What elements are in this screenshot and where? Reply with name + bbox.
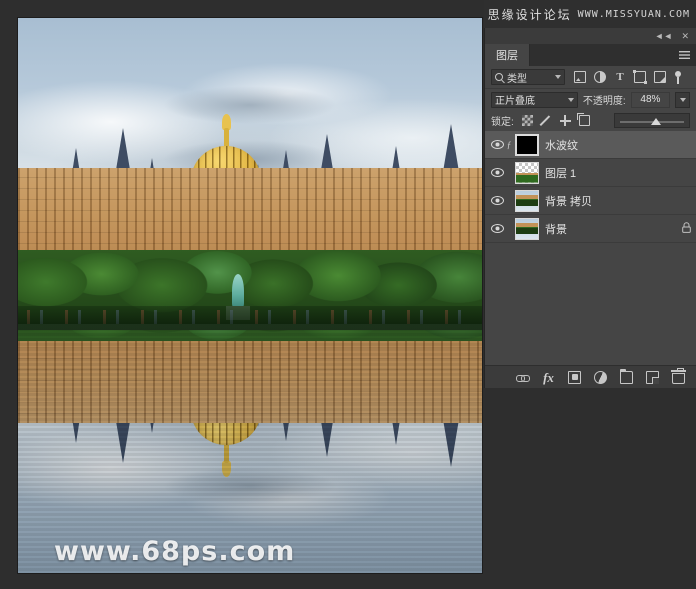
- chevron-down-icon: [679, 97, 686, 102]
- dome-angel-reflected: [222, 461, 231, 477]
- filter-kind-label: 类型: [507, 73, 527, 85]
- layer-style-fx-icon[interactable]: fx: [542, 371, 555, 384]
- layer-thumbnail[interactable]: [515, 189, 539, 212]
- layer-name[interactable]: 图层 1: [545, 165, 676, 181]
- app-background-right: [484, 388, 696, 589]
- layer-visibility-toggle[interactable]: [489, 159, 505, 187]
- chevron-down-icon: [555, 75, 561, 79]
- lock-artboard-icon[interactable]: [576, 113, 590, 126]
- new-layer-icon[interactable]: [646, 370, 659, 384]
- park-statue: [232, 274, 244, 308]
- layer-mask-thumbnail[interactable]: [515, 133, 539, 156]
- filter-adjustment-icon[interactable]: [594, 71, 606, 83]
- filter-smart-object-icon[interactable]: [654, 71, 666, 83]
- eye-icon: [490, 168, 504, 177]
- layer-fx-indicator-icon: ƒ: [506, 139, 512, 150]
- layer-visibility-toggle[interactable]: [489, 131, 505, 159]
- layer-thumbnail-content: [516, 162, 538, 183]
- layer-row-layer-1[interactable]: 图层 1: [485, 159, 696, 187]
- castle-windows-reflected: [18, 330, 482, 423]
- layer-name[interactable]: 背景: [545, 221, 676, 237]
- filter-shape-icon[interactable]: [633, 70, 647, 84]
- opacity-input[interactable]: 48%: [630, 91, 671, 108]
- cloud-band-1: [18, 78, 482, 132]
- lock-label: 锁定:: [491, 117, 514, 128]
- scene-reflection: [18, 330, 482, 573]
- layer-row-background-copy[interactable]: 背景 拷贝: [485, 187, 696, 215]
- layer-name[interactable]: 水波纹: [545, 137, 676, 153]
- filter-kind-select[interactable]: 类型: [491, 69, 565, 85]
- filter-pixel-icon[interactable]: [574, 71, 586, 83]
- filter-type-icon[interactable]: T: [614, 71, 626, 83]
- panel-menu-icon[interactable]: [679, 51, 690, 59]
- blend-mode-label: 正片叠底: [495, 96, 535, 107]
- layer-thumbnail[interactable]: [515, 161, 539, 184]
- document-image[interactable]: www.68ps.com: [18, 18, 482, 573]
- eye-icon: [490, 224, 504, 233]
- panel-tab-bar[interactable]: 图层: [485, 44, 696, 66]
- cloud-band-reflected: [18, 459, 482, 513]
- panel-titlebar: ◄◄ ✕: [485, 28, 696, 44]
- layer-row-background[interactable]: 背景: [485, 215, 696, 243]
- photoshop-window: www.68ps.com 思缘设计论坛 WWW.MISSYUAN.COM ◄◄ …: [0, 0, 696, 589]
- eye-icon: [490, 196, 504, 205]
- fill-slider[interactable]: [614, 113, 690, 128]
- layers-panel-footer[interactable]: fx: [485, 365, 696, 388]
- layer-thumbnail-content: [516, 190, 538, 211]
- lock-image-pixels-icon[interactable]: [541, 115, 552, 126]
- forum-watermark-cn: 思缘设计论坛: [487, 7, 572, 22]
- filter-icon-group[interactable]: T: [574, 70, 682, 84]
- lock-transparent-pixels-icon[interactable]: [521, 115, 533, 126]
- blend-mode-row[interactable]: 正片叠底 不透明度: 48%: [485, 89, 696, 110]
- opacity-label: 不透明度:: [582, 96, 626, 107]
- eye-icon: [490, 140, 504, 149]
- layer-thumbnail[interactable]: [515, 217, 539, 240]
- layer-thumbnail-content: [516, 218, 538, 239]
- layer-name[interactable]: 背景 拷贝: [545, 193, 676, 209]
- padlock-icon: [681, 221, 691, 233]
- tab-layers[interactable]: 图层: [485, 44, 530, 66]
- layer-list[interactable]: ƒ 水波纹 图层 1 背景 拷贝 背景: [485, 131, 696, 365]
- filter-toggle-icon[interactable]: [674, 70, 682, 84]
- opacity-value: 48%: [640, 94, 661, 105]
- search-icon: [495, 73, 503, 81]
- collapse-panel-icon[interactable]: ◄◄: [655, 31, 673, 41]
- fill-slider-knob[interactable]: [651, 118, 661, 125]
- link-layers-icon[interactable]: [516, 371, 530, 384]
- forum-watermark-url: WWW.MISSYUAN.COM: [577, 8, 690, 20]
- layer-row-water-ripple[interactable]: ƒ 水波纹: [485, 131, 696, 159]
- layer-locked-icon: [676, 221, 696, 236]
- new-adjustment-layer-icon[interactable]: [594, 370, 607, 384]
- new-group-icon[interactable]: [620, 368, 633, 384]
- layer-filter-row[interactable]: 类型 T: [485, 66, 696, 89]
- lock-row[interactable]: 锁定:: [485, 110, 696, 131]
- lock-position-icon[interactable]: [559, 115, 571, 126]
- layer-visibility-toggle[interactable]: [489, 187, 505, 215]
- layers-panel[interactable]: ◄◄ ✕ 图层 类型 T 正片叠底 不透明度: 48% 锁定: ƒ 水波纹 图层…: [484, 28, 696, 388]
- document-canvas-area[interactable]: www.68ps.com: [0, 0, 500, 589]
- opacity-dropdown-button[interactable]: [675, 91, 690, 108]
- delete-layer-icon[interactable]: [671, 368, 686, 384]
- tree-line-reflected: [18, 330, 482, 341]
- forum-watermark-bar: 思缘设计论坛 WWW.MISSYUAN.COM: [484, 0, 696, 28]
- layer-visibility-toggle[interactable]: [489, 215, 505, 243]
- close-panel-icon[interactable]: ✕: [681, 31, 689, 41]
- scene-upper: [18, 18, 482, 330]
- add-layer-mask-icon[interactable]: [568, 370, 581, 384]
- blend-mode-select[interactable]: 正片叠底: [491, 91, 578, 108]
- chevron-down-icon: [567, 97, 574, 102]
